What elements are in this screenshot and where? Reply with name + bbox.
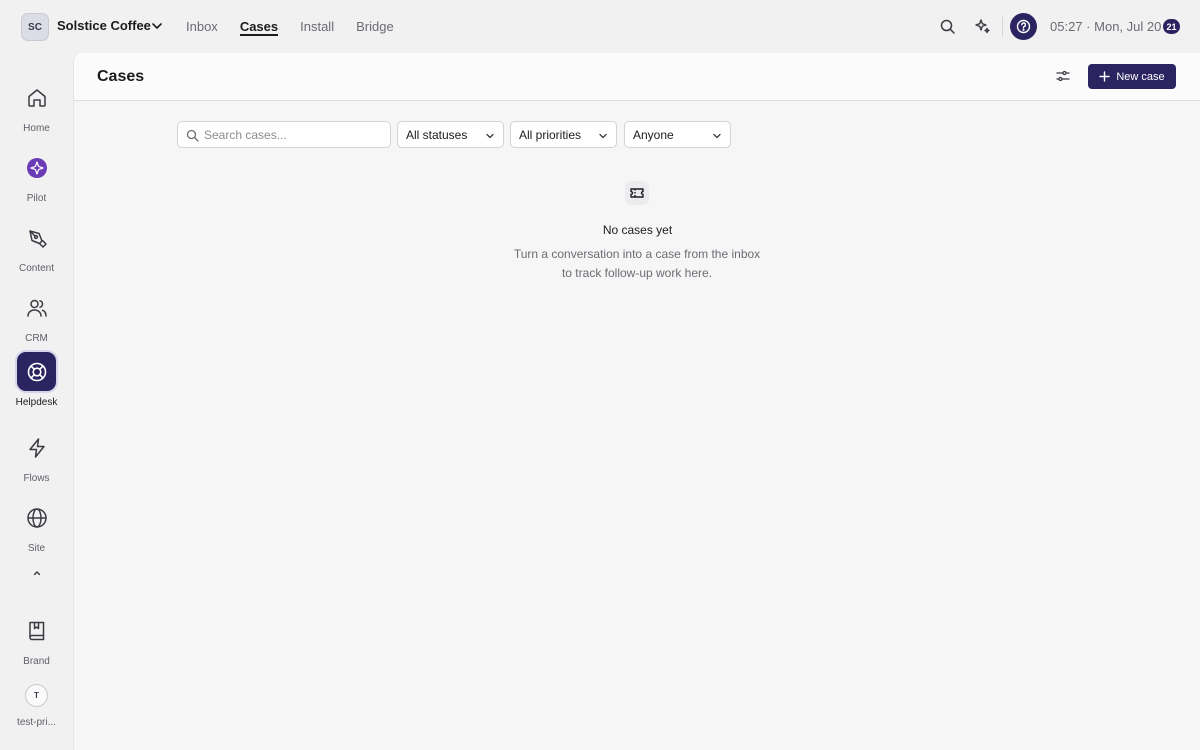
main-panel: Cases New case All statuses All prioriti… (73, 53, 1200, 750)
chevron-down-icon[interactable] (150, 19, 164, 33)
page-title: Cases (97, 68, 145, 85)
new-case-button[interactable]: New case (1088, 64, 1176, 89)
help-button[interactable] (1010, 13, 1037, 40)
home-icon (17, 78, 56, 117)
nav-bridge[interactable]: Bridge (356, 0, 394, 53)
chevron-down-icon (598, 131, 608, 141)
sidebar-item-label: Site (27, 543, 46, 554)
avatar: T (25, 684, 48, 707)
sidebar-item-label: Home (23, 123, 50, 134)
workspace-name[interactable]: Solstice Coffee (57, 18, 151, 33)
clock-separator: · (1086, 19, 1091, 34)
sidebar-item-account[interactable]: T test-pri... (0, 684, 73, 746)
sidebar-item-label: Pilot (26, 193, 47, 204)
search-icon (186, 129, 199, 142)
pilot-icon (17, 148, 56, 187)
sidebar-item-pilot[interactable]: Pilot (0, 148, 73, 210)
sparkle-icon[interactable] (974, 18, 991, 35)
priority-filter[interactable]: All priorities (510, 121, 617, 148)
chevron-down-icon (712, 131, 722, 141)
empty-state-title: No cases yet (602, 223, 673, 237)
page-header: Cases New case (74, 53, 1200, 101)
globe-icon (17, 498, 56, 537)
priority-filter-value: All priorities (519, 128, 582, 142)
nav-inbox[interactable]: Inbox (186, 0, 218, 53)
assignee-filter[interactable]: Anyone (624, 121, 731, 148)
sidebar-item-content[interactable]: Content (0, 218, 73, 280)
sidebar-item-site[interactable]: Site (0, 498, 73, 560)
status-filter[interactable]: All statuses (397, 121, 504, 148)
top-bar: SC Solstice Coffee Inbox Cases Install B… (0, 0, 1200, 53)
sidebar-item-label: Content (18, 263, 55, 274)
chevron-down-icon (485, 131, 495, 141)
sliders-icon[interactable] (1055, 68, 1071, 84)
status-filter-value: All statuses (406, 128, 468, 142)
pen-icon (17, 218, 56, 257)
sidebar-item-label: CRM (25, 333, 48, 344)
search-icon[interactable] (939, 18, 956, 35)
sidebar-item-label: Flows (23, 473, 50, 484)
nav-install[interactable]: Install (300, 0, 334, 53)
sidebar-item-crm[interactable]: CRM (0, 288, 73, 350)
workspace-avatar[interactable]: SC (21, 13, 49, 41)
new-case-label: New case (1116, 70, 1165, 83)
question-icon (1016, 19, 1031, 34)
nav-cases[interactable]: Cases (239, 0, 279, 53)
search-input[interactable] (204, 125, 384, 144)
book-icon (17, 611, 56, 650)
chevron-up-icon[interactable] (31, 567, 43, 579)
sidebar-item-helpdesk[interactable]: Helpdesk (0, 352, 73, 414)
ticket-icon (625, 181, 649, 205)
lifebuoy-icon (17, 352, 56, 391)
toolbar-divider (1002, 17, 1003, 37)
lightning-icon (17, 428, 56, 467)
sidebar-item-label: test-pri... (17, 717, 56, 728)
sidebar-item-home[interactable]: Home (0, 78, 73, 140)
sidebar-item-label: Brand (23, 656, 50, 667)
assignee-filter-value: Anyone (633, 128, 674, 142)
empty-state-description: Turn a conversation into a case from the… (513, 247, 761, 280)
clock: 05:27 · Mon, Jul 20 (1050, 19, 1161, 34)
clock-time: 05:27 (1050, 19, 1083, 34)
users-icon (17, 288, 56, 327)
search-box[interactable] (177, 121, 391, 148)
clock-date: Mon, Jul 20 (1094, 19, 1162, 34)
sidebar-item-flows[interactable]: Flows (0, 428, 73, 490)
top-navigation: Inbox Cases Install Bridge (186, 0, 416, 53)
sidebar-item-label: Helpdesk (15, 397, 58, 408)
plus-icon (1099, 71, 1111, 82)
sidebar: Home Pilot Content CRM Helpdesk Flows Si… (0, 53, 73, 750)
sidebar-item-brand[interactable]: Brand (0, 611, 73, 673)
date-badge[interactable]: 21 (1163, 19, 1180, 34)
